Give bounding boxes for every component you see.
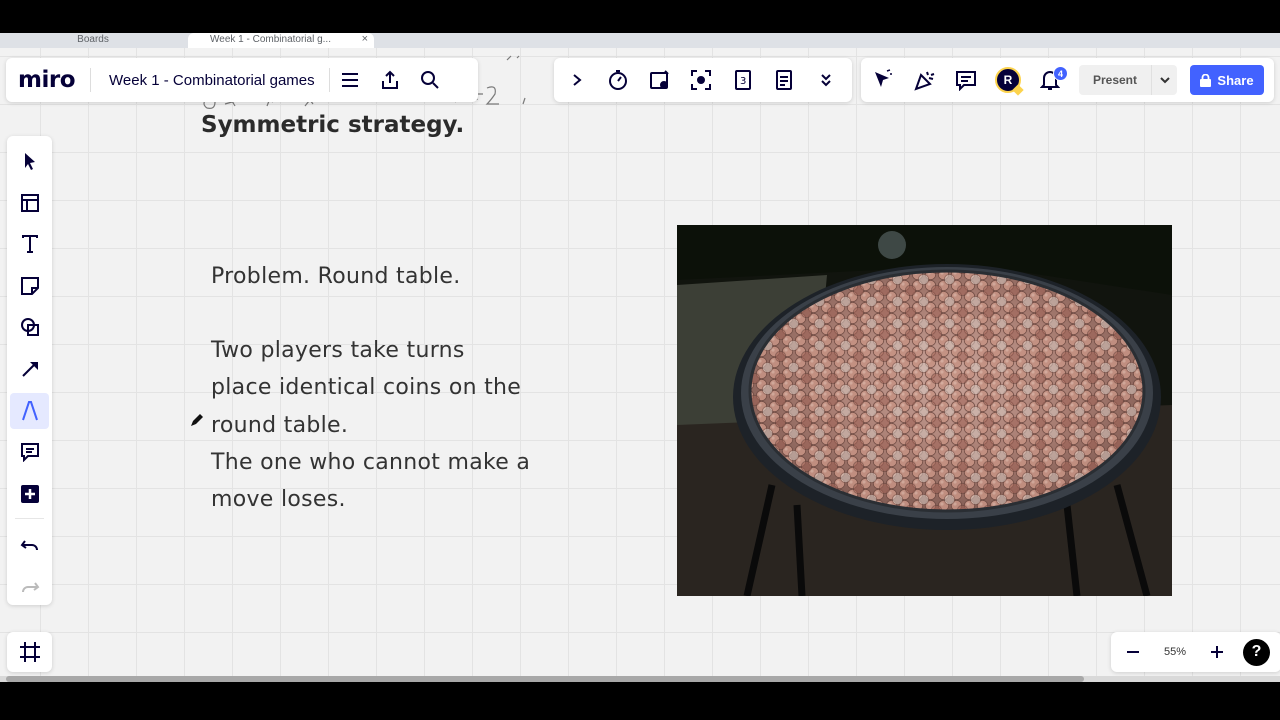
round-table-coins-photo[interactable] — [677, 225, 1172, 596]
select-tool-icon[interactable] — [10, 143, 49, 179]
video-letterbox-top — [0, 0, 1280, 33]
sticky-note-tool-icon[interactable] — [10, 268, 49, 304]
zoom-in-icon[interactable] — [1203, 634, 1231, 670]
cards-icon[interactable]: 3 — [722, 62, 764, 98]
pen-tool-icon[interactable] — [10, 393, 49, 429]
problem-line: place identical coins on the — [211, 375, 522, 401]
problem-line: The one who cannot make a — [211, 449, 531, 475]
notes-icon[interactable] — [764, 62, 806, 98]
text-tool-icon[interactable] — [10, 226, 49, 262]
creation-toolbar — [7, 136, 52, 605]
voting-icon[interactable] — [639, 62, 681, 98]
templates-tool-icon[interactable] — [10, 185, 49, 221]
present-button[interactable]: Present — [1079, 65, 1177, 95]
problem-title: Problem. Round table. — [211, 264, 461, 289]
present-label: Present — [1092, 73, 1138, 87]
avatar-initial: R — [1003, 73, 1013, 87]
share-button[interactable]: Share — [1190, 65, 1264, 95]
zoom-level[interactable]: 55% — [1147, 646, 1203, 658]
avatar[interactable]: R — [995, 67, 1024, 96]
menu-icon[interactable] — [330, 62, 370, 98]
undo-icon[interactable] — [10, 528, 49, 564]
export-icon[interactable] — [370, 62, 410, 98]
divider — [90, 68, 91, 92]
video-letterbox-bottom — [0, 682, 1280, 720]
board-header-panel: miro Week 1 - Combinatorial games — [6, 58, 478, 102]
problem-line: Two players take turns — [211, 338, 465, 364]
search-icon[interactable] — [410, 62, 450, 98]
comment-tool-icon[interactable] — [10, 434, 49, 470]
collaboration-toolbar: 3 — [554, 58, 852, 102]
comments-icon[interactable] — [945, 62, 987, 98]
frames-button[interactable] — [7, 632, 52, 672]
board-title[interactable]: Week 1 - Combinatorial games — [109, 72, 315, 89]
more-apps-tool-icon[interactable] — [10, 476, 49, 512]
browser-tab-strip: Boards Week 1 - Combinatorial g... × — [0, 33, 1280, 48]
zoom-controls: 55% ? — [1111, 632, 1280, 672]
reaction-icon[interactable] — [903, 62, 945, 98]
chevron-down-icon[interactable] — [1151, 65, 1177, 95]
notification-badge: 4 — [1053, 66, 1068, 81]
svg-text:3: 3 — [740, 76, 746, 87]
collaborators-toolbar: R 4 Present Share — [861, 58, 1274, 102]
more-icon[interactable] — [805, 62, 847, 98]
lock-icon — [1200, 73, 1212, 87]
timer-icon[interactable] — [598, 62, 640, 98]
zoom-out-icon[interactable] — [1119, 634, 1147, 670]
problem-line: move loses. — [211, 487, 346, 513]
problem-text-block[interactable]: Problem. Round table. Two players take t… — [211, 258, 591, 518]
expand-icon[interactable] — [556, 62, 598, 98]
shapes-tool-icon[interactable] — [10, 309, 49, 345]
browser-tab-board[interactable]: Week 1 - Combinatorial g... × — [188, 33, 374, 48]
connection-line-tool-icon[interactable] — [10, 351, 49, 387]
avatar-status-indicator — [1012, 84, 1024, 96]
board-canvas[interactable]: miro Week 1 - Combinatorial games 3 R 4 … — [0, 48, 1280, 682]
browser-tab-boards[interactable]: Boards — [0, 33, 186, 48]
miro-logo[interactable]: miro — [18, 67, 90, 93]
problem-line: round table. — [211, 412, 349, 438]
help-button[interactable]: ? — [1243, 638, 1270, 666]
notifications-bell-icon[interactable]: 4 — [1029, 62, 1071, 98]
browser-tab-label: Week 1 - Combinatorial g... — [210, 34, 331, 45]
attention-icon[interactable] — [681, 62, 723, 98]
frame-icon — [19, 642, 40, 662]
board-heading[interactable]: Symmetric strategy. — [201, 112, 464, 138]
cursor-icon[interactable] — [861, 62, 903, 98]
redo-icon[interactable] — [10, 570, 49, 606]
close-icon[interactable]: × — [362, 33, 368, 46]
pen-cursor-icon — [191, 414, 203, 426]
toolbar-divider — [15, 518, 44, 519]
browser-tab-label: Boards — [77, 34, 109, 45]
share-label: Share — [1217, 72, 1254, 88]
